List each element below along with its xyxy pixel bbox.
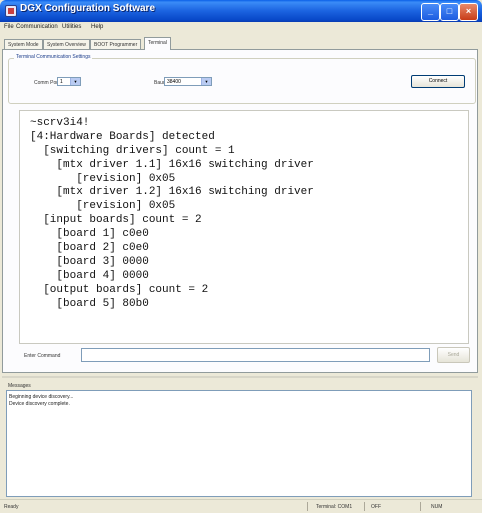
menu-bar: File Communication Utilities Help — [0, 22, 482, 34]
status-state: OFF — [371, 504, 381, 510]
tab-terminal[interactable]: Terminal — [144, 37, 171, 50]
menu-utilities[interactable]: Utilities — [62, 24, 81, 30]
message-item: Device discovery complete. — [9, 401, 70, 407]
terminal-line: [input boards] count = 2 — [30, 214, 202, 227]
terminal-line: [board 3] 0000 — [30, 255, 149, 268]
command-label: Enter Command — [24, 353, 61, 359]
com-port-label: Comm Port — [34, 80, 60, 86]
send-button[interactable]: Send — [437, 347, 470, 363]
com-port-value: 1 — [60, 79, 63, 85]
status-divider — [307, 502, 308, 511]
terminal-line: [mtx driver 1.1] 16x16 switching driver — [30, 158, 314, 171]
menu-file[interactable]: File — [4, 24, 14, 30]
terminal-line: [mtx driver 1.2] 16x16 switching driver — [30, 186, 314, 199]
settings-group-label: Terminal Communication Settings — [14, 54, 93, 60]
baud-value: 38400 — [167, 79, 181, 85]
window-title: DGX Configuration Software — [20, 3, 155, 14]
terminal-output[interactable]: ~scrv3i4! [4:Hardware Boards] detected [s… — [19, 110, 469, 344]
terminal-line: [output boards] count = 2 — [30, 283, 209, 296]
terminal-line: [board 4] 0000 — [30, 269, 149, 282]
title-bar: DGX Configuration Software _ □ × — [0, 0, 482, 22]
status-divider — [364, 502, 365, 511]
com-port-select[interactable]: 1 ▼ — [57, 77, 81, 86]
status-mode: NUM — [431, 504, 443, 510]
terminal-line: [board 1] c0e0 — [30, 228, 149, 241]
chevron-down-icon: ▼ — [201, 78, 211, 85]
terminal-line: [board 2] c0e0 — [30, 242, 149, 255]
message-item: Beginning device discovery... — [9, 394, 74, 400]
maximize-button[interactable]: □ — [440, 3, 459, 21]
command-input[interactable] — [81, 348, 430, 362]
terminal-line: [revision] 0x05 — [30, 200, 176, 213]
splitter[interactable] — [2, 376, 478, 378]
menu-communication[interactable]: Communication — [16, 24, 58, 30]
terminal-line: [switching drivers] count = 1 — [30, 144, 235, 157]
menu-help[interactable]: Help — [91, 24, 103, 30]
app-icon — [5, 5, 17, 17]
connect-button[interactable]: Connect — [411, 75, 465, 88]
messages-list[interactable]: Beginning device discovery... Device dis… — [6, 390, 472, 497]
baud-select[interactable]: 38400 ▼ — [164, 77, 212, 86]
minimize-button[interactable]: _ — [421, 3, 440, 21]
terminal-text: ~scrv3i4! [4:Hardware Boards] detected [s… — [30, 117, 314, 311]
terminal-line: [board 5] 80b0 — [30, 297, 149, 310]
terminal-line: ~scrv3i4! — [30, 117, 90, 129]
status-bar: Ready Terminal: COM1 OFF NUM — [0, 499, 482, 513]
terminal-line: [revision] 0x05 — [30, 172, 176, 185]
chevron-down-icon: ▼ — [70, 78, 80, 85]
status-terminal: Terminal: COM1 — [316, 504, 353, 510]
terminal-line: [4:Hardware Boards] detected — [30, 130, 215, 143]
messages-label: Messages — [8, 383, 31, 389]
status-divider — [420, 502, 421, 511]
status-ready: Ready — [4, 504, 19, 510]
close-button[interactable]: × — [459, 3, 478, 21]
